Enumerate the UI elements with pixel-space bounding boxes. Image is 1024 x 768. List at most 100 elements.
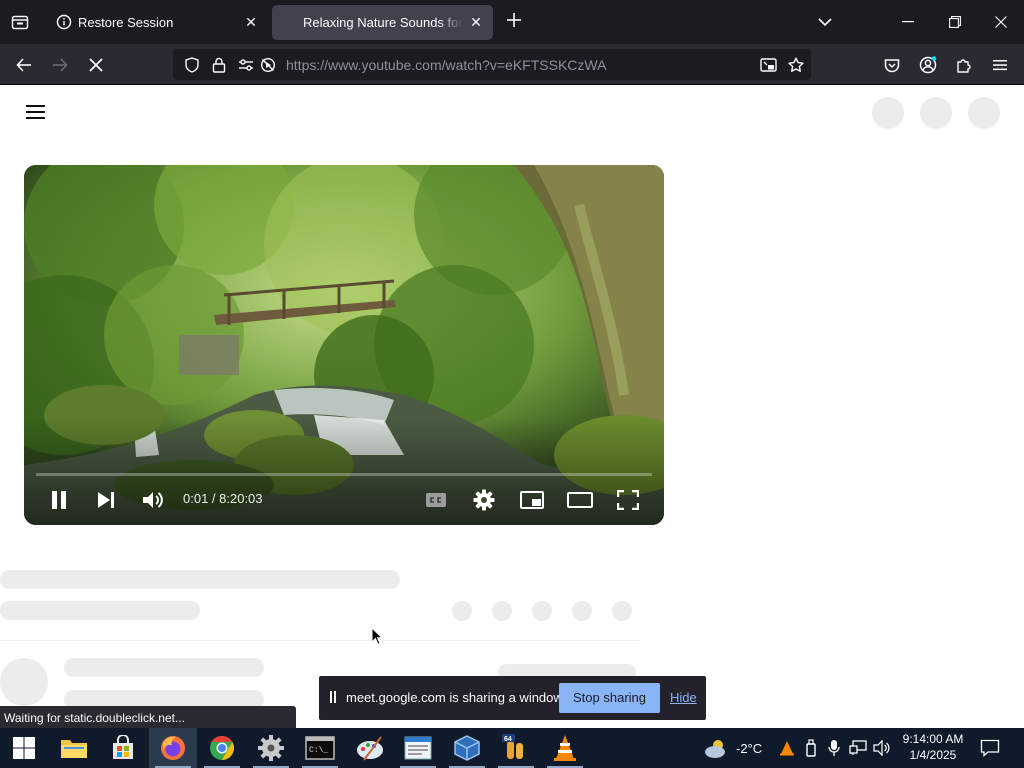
placeholder-avatar — [872, 97, 904, 129]
restore-button[interactable] — [940, 8, 970, 36]
stop-sharing-button[interactable]: Stop sharing — [559, 683, 660, 713]
extensions-button[interactable] — [951, 52, 977, 78]
microphone-icon[interactable] — [825, 739, 843, 757]
taskbar-firefox[interactable] — [149, 728, 197, 768]
divider — [0, 640, 640, 641]
vlc-icon — [554, 735, 576, 761]
taskbar-clock[interactable]: 9:14:00 AM 1/4/2025 — [896, 731, 970, 763]
placeholder-avatar — [968, 97, 1000, 129]
action-placeholder — [452, 601, 472, 621]
taskbar-paint[interactable] — [346, 728, 394, 768]
drag-handle-icon[interactable] — [330, 691, 336, 703]
taskbar-file-explorer[interactable] — [50, 728, 98, 768]
list-all-tabs-button[interactable] — [814, 11, 836, 33]
close-tab-icon[interactable]: ✕ — [467, 13, 485, 31]
tab-title: Restore Session — [78, 15, 174, 30]
firefox-view-button[interactable] — [8, 11, 32, 33]
channel-avatar-placeholder — [0, 658, 48, 706]
taskbar-chrome[interactable] — [198, 728, 246, 768]
taskbar-virtualbox[interactable] — [443, 728, 491, 768]
notification-center-icon[interactable] — [980, 739, 1000, 757]
firefox-icon — [161, 736, 185, 760]
lock-icon[interactable] — [210, 56, 228, 74]
firefox-view-icon — [11, 15, 29, 30]
url-text[interactable]: https://www.youtube.com/watch?v=eKFTSSKC… — [286, 57, 606, 73]
clock-time: 9:14:00 AM — [902, 732, 964, 746]
miniplayer-button[interactable] — [518, 487, 546, 513]
status-text: Waiting for static.doubleclick.net... — [4, 711, 185, 725]
stop-x-icon — [89, 58, 103, 72]
back-button[interactable] — [11, 52, 37, 78]
text-placeholder — [64, 658, 264, 677]
clock-date: 1/4/2025 — [909, 748, 957, 762]
time-display: 0:01 / 8:20:03 — [183, 491, 263, 506]
picture-in-picture-icon[interactable] — [759, 56, 777, 74]
theater-mode-icon — [567, 492, 593, 508]
weather-cloud-icon[interactable] — [703, 736, 729, 760]
close-icon — [995, 16, 1007, 28]
account-button[interactable] — [915, 52, 941, 78]
info-icon — [56, 14, 72, 30]
vlc-tray-icon[interactable] — [778, 739, 796, 757]
settings-button[interactable] — [470, 487, 498, 513]
pause-button[interactable] — [46, 487, 72, 513]
status-panel: Waiting for static.doubleclick.net... — [0, 706, 296, 728]
taskbar-store[interactable] — [99, 728, 147, 768]
tab-relaxing-nature-sounds[interactable]: Relaxing Nature Sounds for Sleep ✕ — [272, 5, 493, 40]
new-tab-button[interactable] — [502, 10, 526, 34]
taskbar-app-64[interactable]: 64 — [492, 728, 540, 768]
guide-menu-icon[interactable] — [26, 104, 46, 120]
theater-mode-button[interactable] — [566, 487, 594, 513]
closed-captions-icon — [426, 493, 446, 507]
taskbar-notepad[interactable] — [394, 728, 442, 768]
usb-device-icon[interactable] — [802, 739, 820, 757]
chevron-down-icon — [818, 17, 832, 26]
tracking-protection-shield-icon[interactable] — [183, 56, 201, 74]
forward-button[interactable] — [47, 52, 73, 78]
pocket-button[interactable] — [879, 52, 905, 78]
speaker-icon[interactable] — [873, 739, 891, 757]
paint-icon — [357, 736, 383, 761]
pocket-icon — [884, 58, 900, 72]
miniplayer-icon — [520, 491, 544, 509]
autoplay-blocked-icon[interactable] — [259, 56, 277, 74]
volume-icon — [143, 492, 163, 508]
stop-loading-button[interactable] — [83, 52, 109, 78]
start-button[interactable] — [0, 728, 48, 768]
progress-bar[interactable] — [36, 473, 652, 476]
action-placeholder — [532, 601, 552, 621]
skip-next-icon — [98, 492, 114, 508]
video-player[interactable]: 0:01 / 8:20:03 — [24, 165, 664, 525]
folder-icon — [61, 740, 87, 758]
permissions-icon[interactable] — [237, 56, 255, 74]
action-placeholder — [492, 601, 512, 621]
weather-temperature[interactable]: -2°C — [736, 741, 762, 756]
taskbar-settings-app[interactable] — [247, 728, 295, 768]
minimize-button[interactable] — [893, 8, 923, 36]
taskbar-terminal[interactable]: C:\_ — [296, 728, 344, 768]
gear-icon — [473, 489, 495, 511]
mute-button[interactable] — [140, 487, 166, 513]
tab-restore-session[interactable]: Restore Session ✕ — [46, 5, 268, 40]
bookmark-star-icon[interactable] — [787, 56, 805, 74]
subtitles-button[interactable] — [422, 487, 450, 513]
tab-strip: Restore Session ✕ Relaxing Nature Sounds… — [0, 0, 1024, 44]
url-bar[interactable]: https://www.youtube.com/watch?v=eKFTSSKC… — [173, 49, 811, 80]
network-icon[interactable] — [849, 739, 867, 757]
svg-text:C:\_: C:\_ — [309, 746, 328, 755]
placeholder-avatar — [920, 97, 952, 129]
hide-link[interactable]: Hide — [670, 690, 697, 705]
windows-taskbar: C:\_ 64 -2°C 9:14:00 AM 1/4/2025 — [0, 728, 1024, 768]
restore-window-icon — [949, 16, 961, 28]
arrow-right-icon — [53, 58, 68, 72]
close-window-button[interactable] — [986, 8, 1016, 36]
title-placeholder — [0, 570, 400, 589]
fullscreen-button[interactable] — [614, 487, 642, 513]
svg-text:64: 64 — [504, 736, 512, 743]
taskbar-vlc[interactable] — [541, 728, 589, 768]
next-button[interactable] — [93, 487, 119, 513]
hamburger-menu-icon — [993, 60, 1007, 71]
app-menu-button[interactable] — [987, 52, 1013, 78]
pause-icon — [52, 491, 66, 509]
close-tab-icon[interactable]: ✕ — [242, 13, 260, 31]
